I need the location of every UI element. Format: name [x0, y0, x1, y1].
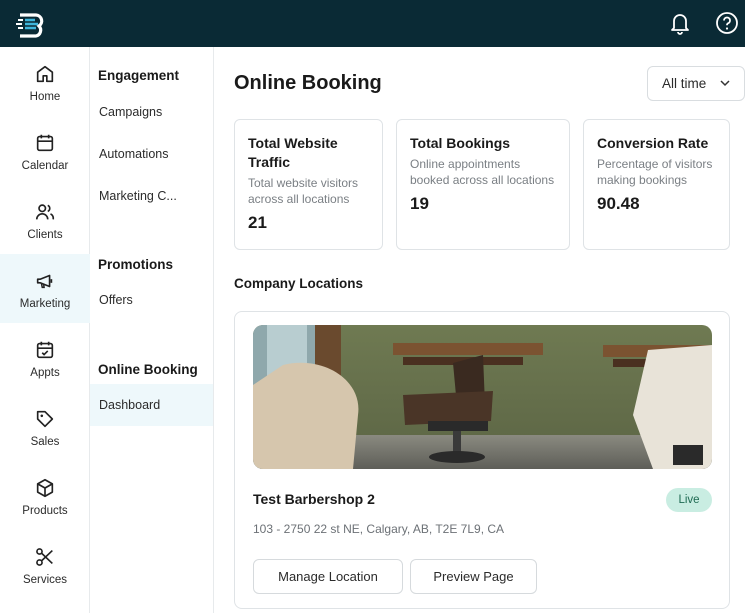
- stat-value: 90.48: [597, 194, 640, 213]
- nav-item-appts[interactable]: Appts: [0, 323, 90, 392]
- subnav-heading-engagement: Engagement: [98, 68, 180, 83]
- subnav-heading-online-booking: Online Booking: [98, 362, 198, 377]
- main-content: Online Booking All time Total Website Tr…: [214, 47, 745, 613]
- stat-card-conversion-rate: Conversion Rate Percentage of visitors m…: [583, 119, 730, 250]
- main-nav-rail: Home Calendar Clients Marketing Appts Sa…: [0, 47, 90, 613]
- nav-label: Sales: [30, 436, 60, 448]
- subnav-item-automations[interactable]: Automations: [90, 133, 213, 175]
- nav-item-marketing[interactable]: Marketing: [0, 254, 90, 323]
- subnav-heading-promotions: Promotions: [98, 257, 174, 272]
- manage-location-button[interactable]: Manage Location: [253, 559, 403, 594]
- stat-card-total-bookings: Total Bookings Online appointments booke…: [396, 119, 570, 250]
- megaphone-icon: [36, 274, 53, 289]
- marketing-subnav: Engagement Campaigns Automations Marketi…: [90, 47, 214, 613]
- stat-card-website-traffic: Total Website Traffic Total website visi…: [234, 119, 383, 250]
- notifications-bell-icon[interactable]: [667, 10, 693, 36]
- page-title: Online Booking: [234, 72, 382, 94]
- location-card: Test Barbershop 2 Live 103 - 2750 22 st …: [234, 311, 730, 609]
- stat-value: 21: [248, 213, 267, 232]
- stat-value: 19: [410, 194, 429, 213]
- nav-label: Appts: [30, 367, 60, 379]
- subnav-item-dashboard[interactable]: Dashboard: [90, 384, 213, 426]
- subnav-item-campaigns[interactable]: Campaigns: [90, 91, 213, 133]
- date-range-select[interactable]: All time: [647, 66, 745, 101]
- nav-label: Marketing: [19, 298, 71, 310]
- nav-item-calendar[interactable]: Calendar: [0, 116, 90, 185]
- nav-label: Services: [22, 574, 68, 586]
- subnav-item-marketing-content[interactable]: Marketing C...: [90, 175, 213, 217]
- clients-icon: [35, 204, 55, 220]
- location-name: Test Barbershop 2: [253, 491, 375, 507]
- scissors-icon: [36, 548, 53, 566]
- nav-item-products[interactable]: Products: [0, 461, 90, 530]
- chevron-down-icon: [720, 80, 730, 87]
- tag-icon: [36, 410, 54, 428]
- subnav-item-offers[interactable]: Offers: [90, 279, 213, 321]
- box-icon: [36, 478, 54, 498]
- brand-logo-icon[interactable]: [16, 10, 48, 38]
- stat-title: Conversion Rate: [597, 135, 709, 151]
- location-photo: [253, 325, 712, 469]
- nav-item-clients[interactable]: Clients: [0, 185, 90, 254]
- stat-description: Online appointments booked across all lo…: [410, 157, 555, 187]
- top-bar: [0, 0, 745, 47]
- company-locations-heading: Company Locations: [234, 276, 364, 291]
- nav-label: Home: [29, 91, 61, 103]
- calendar-icon: [36, 134, 54, 152]
- status-badge: Live: [666, 488, 712, 512]
- nav-item-sales[interactable]: Sales: [0, 392, 90, 461]
- date-range-value: All time: [662, 76, 707, 91]
- stat-description: Percentage of visitors making bookings: [597, 157, 713, 187]
- stat-title: Total Website Traffic: [248, 135, 338, 170]
- location-address: 103 - 2750 22 st NE, Calgary, AB, T2E 7L…: [253, 522, 505, 536]
- nav-label: Clients: [27, 229, 63, 241]
- help-icon[interactable]: [714, 10, 740, 36]
- nav-item-services[interactable]: Services: [0, 530, 90, 599]
- preview-page-button[interactable]: Preview Page: [410, 559, 537, 594]
- nav-item-home[interactable]: Home: [0, 47, 90, 116]
- stat-title: Total Bookings: [410, 135, 511, 151]
- stat-description: Total website visitors across all locati…: [248, 176, 359, 206]
- calendar-check-icon: [36, 341, 54, 359]
- nav-label: Calendar: [21, 160, 69, 172]
- home-icon: [36, 65, 54, 83]
- nav-label: Products: [22, 505, 68, 517]
